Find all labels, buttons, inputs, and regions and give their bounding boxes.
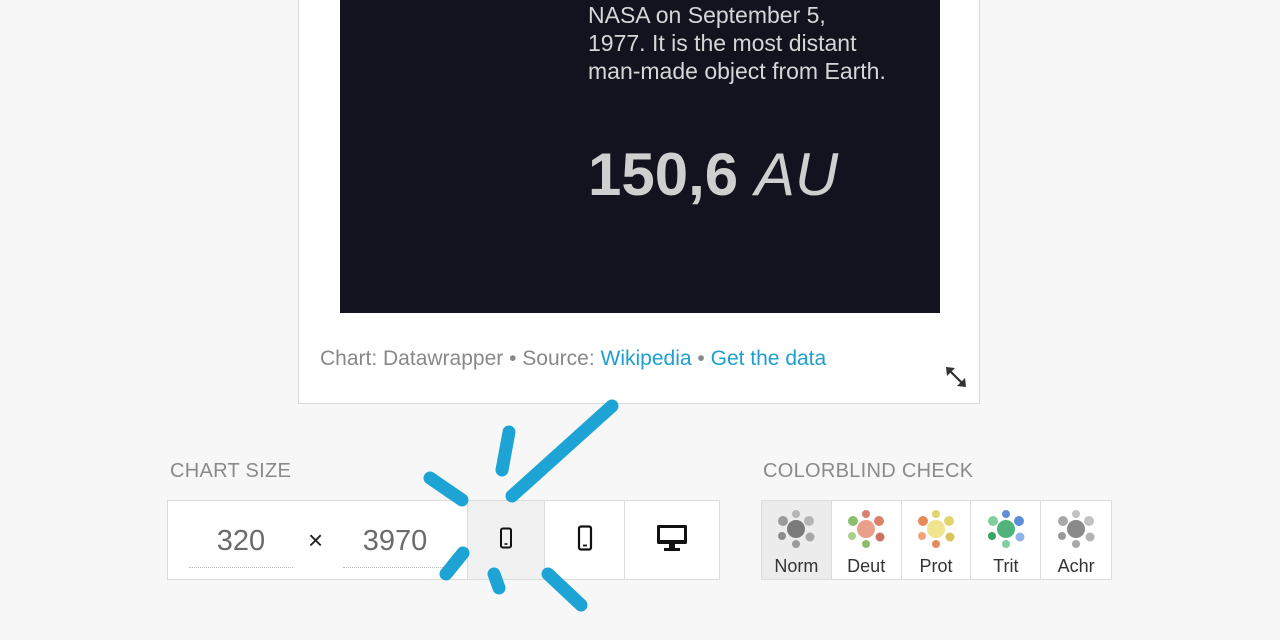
chart-footer: Chart: Datawrapper • Source: Wikipedia •… [320, 347, 826, 371]
colorblind-deut-button[interactable]: Deut [832, 501, 902, 579]
chart-size-label: CHART SIZE [170, 460, 292, 482]
chart-height-input[interactable] [343, 515, 447, 568]
color-dots-icon [1054, 509, 1098, 554]
times-symbol: × [308, 525, 324, 555]
footer-separator-2: • [697, 347, 705, 370]
chart-description: NASA on September 5, 1977. It is the mos… [588, 2, 886, 84]
colorblind-check-label: COLORBLIND CHECK [763, 460, 974, 482]
device-mobile-button[interactable] [544, 501, 624, 579]
phone-icon [577, 524, 593, 556]
chart-value-number: 150,6 [588, 141, 739, 208]
color-dots-icon [844, 509, 888, 554]
get-data-link[interactable]: Get the data [711, 347, 827, 370]
chart-size-controls: × [167, 500, 720, 580]
color-dots-icon [984, 509, 1028, 554]
chart-dark-panel: NASA on September 5, 1977. It is the mos… [340, 0, 940, 313]
colorblind-norm-button[interactable]: Norm [762, 501, 832, 579]
chart-value: 150,6 AU [588, 143, 838, 207]
phone-small-icon [499, 527, 513, 554]
color-dots-icon [774, 509, 818, 554]
colorblind-achr-button[interactable]: Achr [1041, 501, 1111, 579]
colorblind-norm-label: Norm [774, 556, 819, 576]
color-dots-icon [914, 509, 958, 554]
colorblind-trit-label: Trit [993, 556, 1019, 576]
colorblind-prot-button[interactable]: Prot [902, 501, 972, 579]
colorblind-check-controls: Norm Deut Prot Trit Achr [761, 500, 1112, 580]
colorblind-trit-button[interactable]: Trit [971, 501, 1042, 579]
footer-separator: • [509, 347, 517, 370]
editor-stage: NASA on September 5, 1977. It is the mos… [0, 0, 1280, 640]
chart-credit: Chart: Datawrapper [320, 347, 504, 370]
source-link[interactable]: Wikipedia [601, 347, 692, 370]
monitor-icon [656, 524, 688, 557]
device-mobile-small-button[interactable] [467, 501, 544, 579]
colorblind-deut-label: Deut [847, 556, 886, 576]
chart-width-input[interactable] [189, 515, 293, 568]
source-label: Source: [522, 347, 595, 370]
colorblind-achr-label: Achr [1057, 556, 1095, 576]
colorblind-prot-label: Prot [919, 556, 953, 576]
resize-diagonal-icon[interactable] [944, 365, 968, 389]
chart-preview-card: NASA on September 5, 1977. It is the mos… [298, 0, 980, 404]
chart-value-unit: AU [754, 141, 839, 208]
device-desktop-button[interactable] [624, 501, 719, 579]
